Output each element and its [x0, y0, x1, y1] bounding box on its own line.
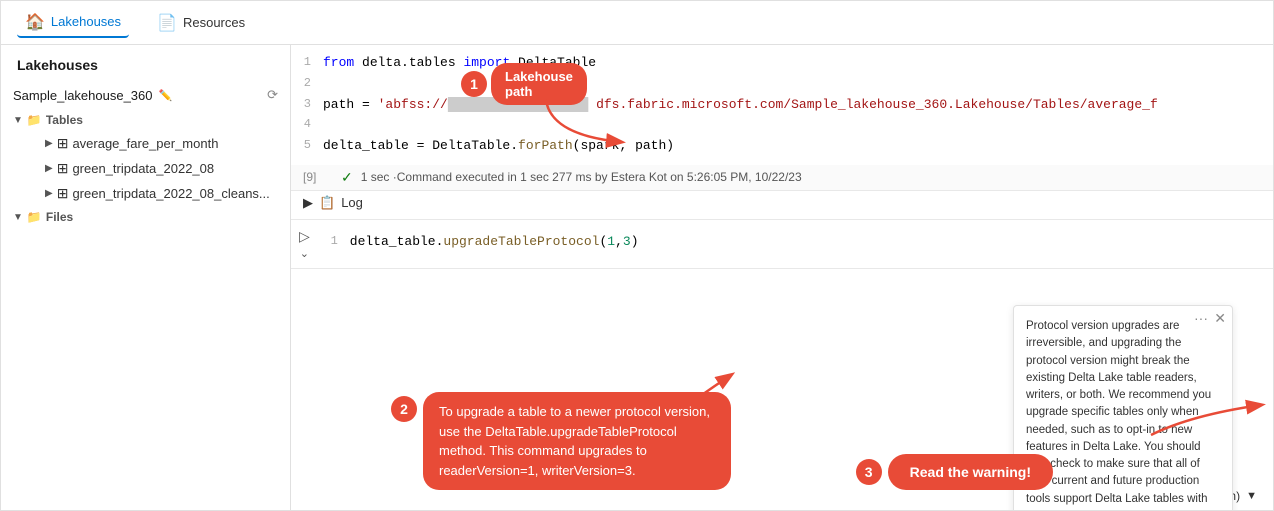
table-chevron-3: ▶ — [45, 188, 53, 199]
code-line-3: 3 path = 'abfss://██████████████████ dfs… — [291, 95, 1273, 116]
code-line-1: 1 from delta.tables import DeltaTable — [291, 53, 1273, 74]
code-line-cell2-1: 1 delta_table.upgradeTableProtocol(1,3) — [318, 232, 1273, 253]
run-controls: ▷ ⌄ — [291, 224, 318, 264]
nav-lakehouses[interactable]: 🏠 Lakehouses — [17, 8, 129, 38]
tooltip-close-button[interactable]: ✕ — [1214, 310, 1226, 327]
log-icon: 📋 — [319, 195, 335, 211]
line-num-cell2-1: 1 — [326, 232, 350, 251]
line-num-4: 4 — [299, 115, 323, 134]
code-content-3: path = 'abfss://██████████████████ dfs.f… — [323, 95, 1265, 116]
line-num-5: 5 — [299, 136, 323, 155]
code-line-4: 4 — [291, 115, 1273, 136]
code-content-5: delta_table = DeltaTable.forPath(spark, … — [323, 136, 1265, 157]
line-num-1: 1 — [299, 53, 323, 72]
code-cell-1: 1 from delta.tables import DeltaTable 2 … — [291, 45, 1273, 220]
app-container: 🏠 Lakehouses 📄 Resources Lakehouses Samp… — [0, 0, 1274, 511]
code-content-1: from delta.tables import DeltaTable — [323, 53, 1265, 74]
table-name-2: green_tripdata_2022_08 — [72, 161, 282, 176]
log-expand-icon: ▶ — [303, 195, 313, 211]
log-row[interactable]: ▶ 📋 Log — [291, 191, 1273, 219]
table-chevron-2: ▶ — [45, 163, 53, 174]
code-line-5: 5 delta_table = DeltaTable.forPath(spark… — [291, 136, 1273, 157]
cell-num-1: [9] — [303, 170, 333, 184]
refresh-icon[interactable]: ⟳ — [267, 87, 278, 103]
main-layout: Lakehouses Sample_lakehouse_360 ✏️ ⟳ ▼ 📁… — [1, 45, 1273, 510]
resources-icon: 📄 — [157, 13, 177, 33]
nav-lakehouses-label: Lakehouses — [51, 14, 121, 29]
files-section-header[interactable]: ▼ 📁 Files — [1, 206, 290, 228]
top-nav: 🏠 Lakehouses 📄 Resources — [1, 1, 1273, 45]
warning-tooltip: Protocol version upgrades are irreversib… — [1013, 305, 1233, 510]
check-icon: ✓ — [341, 169, 353, 186]
lakehouse-icon: 🏠 — [25, 12, 45, 32]
code-content-2 — [323, 74, 1265, 95]
sidebar: Lakehouses Sample_lakehouse_360 ✏️ ⟳ ▼ 📁… — [1, 45, 291, 510]
lakehouse-row[interactable]: Sample_lakehouse_360 ✏️ ⟳ — [1, 81, 290, 109]
lakehouse-name: Sample_lakehouse_360 — [13, 88, 153, 103]
relative-container: 1 from delta.tables import DeltaTable 2 … — [291, 45, 1273, 510]
table-name-3: green_tripdata_2022_08_cleans... — [72, 186, 282, 201]
run-button[interactable]: ▷ — [299, 228, 310, 245]
edit-icon[interactable]: ✏️ — [159, 89, 173, 102]
table-item-2[interactable]: ▶ ⊞ green_tripdata_2022_08 — [1, 156, 290, 181]
tables-label: Tables — [46, 113, 83, 127]
log-label: Log — [341, 195, 363, 210]
line-num-3: 3 — [299, 95, 323, 114]
output-bar: [9] ✓ 1 sec ·Command executed in 1 sec 2… — [291, 165, 1273, 191]
nav-resources[interactable]: 📄 Resources — [149, 9, 253, 37]
code-cell-2: ▷ ⌄ 1 delta_table.upgradeTableProtocol(1… — [291, 220, 1273, 269]
tables-section-header[interactable]: ▼ 📁 Tables — [1, 109, 290, 131]
files-chevron: ▼ — [13, 212, 23, 223]
expand-button[interactable]: ⌄ — [300, 247, 309, 260]
code-block-1: 1 from delta.tables import DeltaTable 2 … — [291, 45, 1273, 165]
tables-chevron: ▼ — [13, 115, 23, 126]
tooltip-more-button[interactable]: ··· — [1194, 310, 1208, 326]
table-name-1: average_fare_per_month — [72, 136, 282, 151]
table-item-1[interactable]: ▶ ⊞ average_fare_per_month — [1, 131, 290, 156]
code-line-2: 2 — [291, 74, 1273, 95]
code-content-cell2-1: delta_table.upgradeTableProtocol(1,3) — [350, 232, 1265, 253]
table-icon-3: ⊞ — [57, 185, 69, 202]
sidebar-title: Lakehouses — [1, 45, 290, 81]
line-num-2: 2 — [299, 74, 323, 93]
code-content-4 — [323, 115, 1265, 136]
warning-tooltip-text: Protocol version upgrades are irreversib… — [1026, 320, 1211, 510]
bottom-chevron[interactable]: ▼ — [1246, 490, 1257, 502]
table-item-3[interactable]: ▶ ⊞ green_tripdata_2022_08_cleans... — [1, 181, 290, 206]
code-block-2: 1 delta_table.upgradeTableProtocol(1,3) — [318, 224, 1273, 261]
files-label: Files — [46, 210, 73, 224]
table-chevron-1: ▶ — [45, 138, 53, 149]
nav-resources-label: Resources — [183, 15, 245, 30]
files-folder-icon: 📁 — [27, 210, 42, 224]
output-text: 1 sec ·Command executed in 1 sec 277 ms … — [361, 170, 802, 184]
table-icon-1: ⊞ — [57, 135, 69, 152]
table-icon-2: ⊞ — [57, 160, 69, 177]
folder-icon: 📁 — [27, 113, 42, 127]
